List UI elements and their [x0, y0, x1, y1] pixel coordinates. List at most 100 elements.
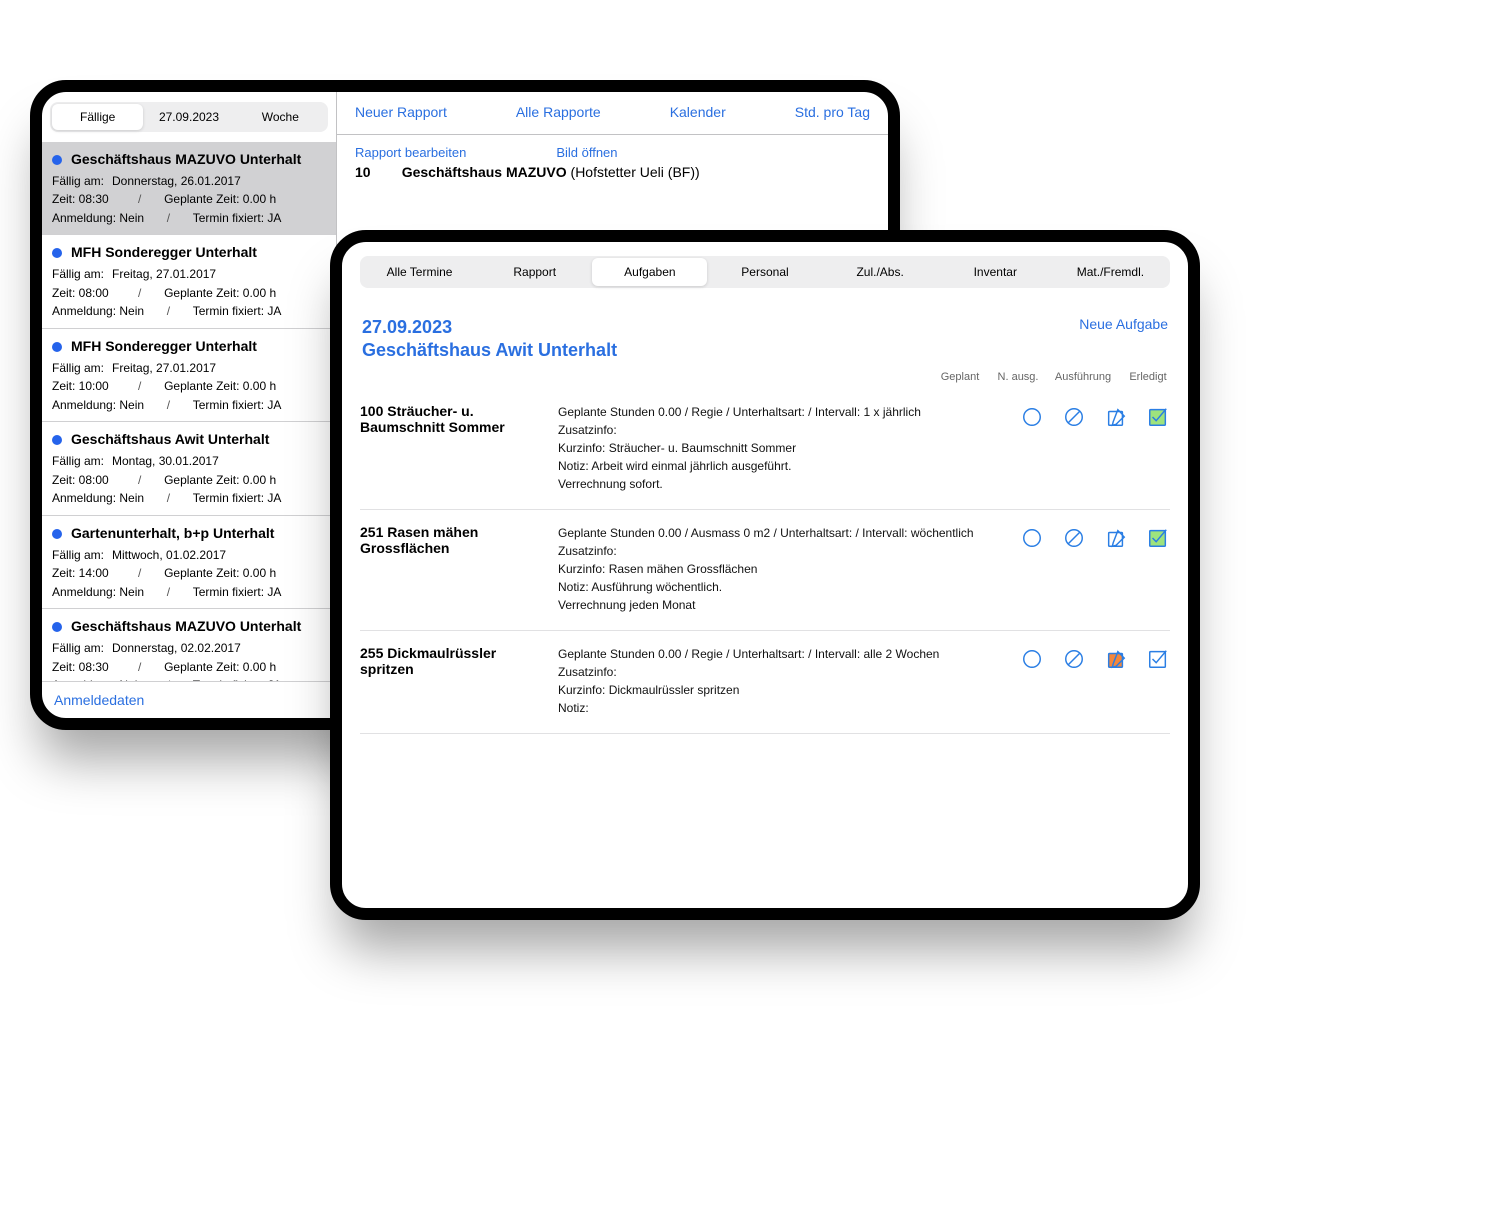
col-nausg: N. ausg. — [996, 371, 1040, 383]
list-item[interactable]: Geschäftshaus Awit UnterhaltFällig am: M… — [42, 422, 336, 515]
list-item[interactable]: Geschäftshaus MAZUVO UnterhaltFällig am:… — [42, 609, 336, 681]
check-icon[interactable] — [1146, 526, 1170, 550]
list-item-title: MFH Sonderegger Unterhalt — [71, 242, 257, 264]
circle-icon[interactable] — [1020, 405, 1044, 429]
check-icon[interactable] — [1146, 647, 1170, 671]
col-ausfuehrung: Ausführung — [1054, 371, 1112, 383]
login-data-link[interactable]: Anmeldedaten — [42, 681, 336, 718]
task-row: 255 Dickmaulrüssler spritzenGeplante Stu… — [360, 631, 1170, 734]
segment-due[interactable]: Fällige — [52, 104, 143, 130]
no-icon[interactable] — [1062, 647, 1086, 671]
task-detail-line: Geplante Stunden 0.00 / Regie / Unterhal… — [558, 403, 1002, 421]
edit-icon[interactable] — [1104, 405, 1128, 429]
edit-icon[interactable] — [1104, 526, 1128, 550]
task-body: Geplante Stunden 0.00 / Regie / Unterhal… — [558, 645, 1002, 717]
edit-icon[interactable] — [1104, 647, 1128, 671]
check-icon[interactable] — [1146, 405, 1170, 429]
circle-icon[interactable] — [1020, 647, 1044, 671]
tab-mat-fremdl-[interactable]: Mat./Fremdl. — [1053, 258, 1168, 286]
edit-report-link[interactable]: Rapport bearbeiten — [355, 145, 466, 160]
due-label: Fällig am: — [52, 546, 104, 565]
due-value: Freitag, 27.01.2017 — [112, 359, 216, 378]
task-list: 100 Sträucher- u. Baumschnitt SommerGepl… — [342, 389, 1188, 734]
list-item[interactable]: MFH Sonderegger UnterhaltFällig am: Frei… — [42, 329, 336, 422]
termin-label: Termin fixiert: JA — [193, 302, 282, 321]
segment-week[interactable]: Woche — [235, 104, 326, 130]
status-dot-icon — [52, 435, 62, 445]
termin-label: Termin fixiert: JA — [193, 489, 282, 508]
task-detail-line: Kurzinfo: Sträucher- u. Baumschnitt Somm… — [558, 439, 1002, 457]
due-label: Fällig am: — [52, 265, 104, 284]
anmeldung-label: Anmeldung: Nein — [52, 489, 144, 508]
task-detail-line: Zusatzinfo: — [558, 542, 1002, 560]
open-image-link[interactable]: Bild öffnen — [556, 145, 617, 160]
termin-label: Termin fixiert: JA — [193, 209, 282, 228]
all-reports-link[interactable]: Alle Rapporte — [516, 104, 601, 120]
due-value: Donnerstag, 26.01.2017 — [112, 172, 241, 191]
circle-icon[interactable] — [1020, 526, 1044, 550]
page-title: 27.09.2023 Geschäftshaus Awit Unterhalt — [362, 316, 617, 363]
due-value: Freitag, 27.01.2017 — [112, 265, 216, 284]
anmeldung-label: Anmeldung: Nein — [52, 583, 144, 602]
tab-rapport[interactable]: Rapport — [477, 258, 592, 286]
col-erledigt: Erledigt — [1126, 371, 1170, 383]
time-label: Zeit: 10:00 — [52, 377, 109, 396]
list-item-title: MFH Sonderegger Unterhalt — [71, 336, 257, 358]
segment-date[interactable]: 27.09.2023 — [143, 104, 234, 130]
time-label: Zeit: 08:00 — [52, 471, 109, 490]
due-label: Fällig am: — [52, 359, 104, 378]
tab-aufgaben[interactable]: Aufgaben — [592, 258, 707, 286]
object-person: (Hofstetter Ueli (BF)) — [567, 164, 700, 180]
task-detail-line: Kurzinfo: Dickmaulrüssler spritzen — [558, 681, 1002, 699]
object-number: 10 — [355, 164, 371, 180]
due-label: Fällig am: — [52, 172, 104, 191]
new-task-button[interactable]: Neue Aufgabe — [1079, 316, 1168, 332]
header-date: 27.09.2023 — [362, 316, 617, 339]
due-value: Donnerstag, 02.02.2017 — [112, 639, 241, 658]
calendar-link[interactable]: Kalender — [670, 104, 726, 120]
termin-label: Termin fixiert: JA — [193, 396, 282, 415]
time-label: Zeit: 08:30 — [52, 658, 109, 677]
list-item-title: Geschäftshaus MAZUVO Unterhalt — [71, 149, 301, 171]
status-dot-icon — [52, 529, 62, 539]
tab-bar: Alle TermineRapportAufgabenPersonalZul./… — [360, 256, 1170, 288]
task-detail-line: Geplante Stunden 0.00 / Regie / Unterhal… — [558, 645, 1002, 663]
list-item-title: Geschäftshaus Awit Unterhalt — [71, 429, 269, 451]
task-detail-line: Zusatzinfo: — [558, 663, 1002, 681]
list-item[interactable]: MFH Sonderegger UnterhaltFällig am: Frei… — [42, 235, 336, 328]
due-value: Mittwoch, 01.02.2017 — [112, 546, 226, 565]
tab-personal[interactable]: Personal — [707, 258, 822, 286]
column-headers: Geplant N. ausg. Ausführung Erledigt — [342, 367, 1188, 389]
status-dot-icon — [52, 622, 62, 632]
status-dot-icon — [52, 248, 62, 258]
planned-label: Geplante Zeit: 0.00 h — [164, 377, 276, 396]
new-report-link[interactable]: Neuer Rapport — [355, 104, 447, 120]
list-item[interactable]: Gartenunterhalt, b+p UnterhaltFällig am:… — [42, 516, 336, 609]
task-row: 100 Sträucher- u. Baumschnitt SommerGepl… — [360, 389, 1170, 510]
task-body: Geplante Stunden 0.00 / Regie / Unterhal… — [558, 403, 1002, 493]
sidebar: Fällige 27.09.2023 Woche Geschäftshaus M… — [42, 92, 337, 718]
no-icon[interactable] — [1062, 405, 1086, 429]
no-icon[interactable] — [1062, 526, 1086, 550]
time-label: Zeit: 08:00 — [52, 284, 109, 303]
tab-zul-abs-[interactable]: Zul./Abs. — [823, 258, 938, 286]
tab-alle-termine[interactable]: Alle Termine — [362, 258, 477, 286]
planned-label: Geplante Zeit: 0.00 h — [164, 284, 276, 303]
appointment-list: Geschäftshaus MAZUVO UnterhaltFällig am:… — [42, 142, 336, 681]
hours-per-day-link[interactable]: Std. pro Tag — [795, 104, 870, 120]
task-detail-line: Zusatzinfo: — [558, 421, 1002, 439]
task-detail-line: Notiz: Ausführung wöchentlich. — [558, 578, 1002, 596]
tab-inventar[interactable]: Inventar — [938, 258, 1053, 286]
anmeldung-label: Anmeldung: Nein — [52, 302, 144, 321]
tablet-front: Alle TermineRapportAufgabenPersonalZul./… — [330, 230, 1200, 920]
object-name: Geschäftshaus MAZUVO — [402, 164, 567, 180]
list-item-title: Geschäftshaus MAZUVO Unterhalt — [71, 616, 301, 638]
anmeldung-label: Anmeldung: Nein — [52, 396, 144, 415]
planned-label: Geplante Zeit: 0.00 h — [164, 564, 276, 583]
segmented-control: Fällige 27.09.2023 Woche — [50, 102, 328, 132]
status-dot-icon — [52, 342, 62, 352]
list-item[interactable]: Geschäftshaus MAZUVO UnterhaltFällig am:… — [42, 142, 336, 235]
task-detail-line: Notiz: Arbeit wird einmal jährlich ausge… — [558, 457, 1002, 475]
task-detail-line: Verrechnung sofort. — [558, 475, 1002, 493]
task-detail-line: Verrechnung jeden Monat — [558, 596, 1002, 614]
